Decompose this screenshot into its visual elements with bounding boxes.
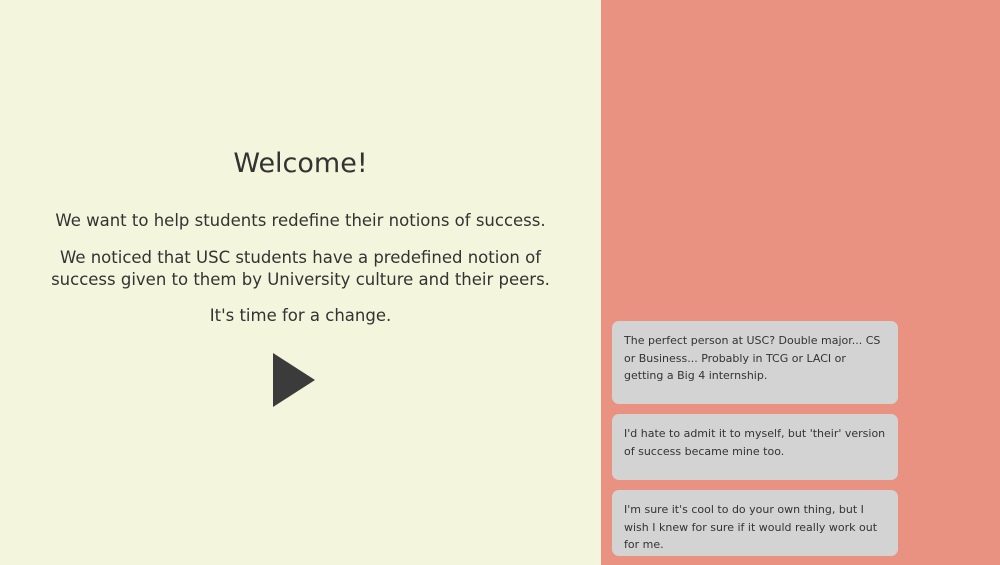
intro-paragraph-1: We want to help students redefine their …	[55, 211, 546, 230]
play-button[interactable]	[272, 352, 316, 408]
quote-card: The perfect person at USC? Double major.…	[612, 321, 898, 404]
page-title: Welcome!	[233, 148, 368, 179]
page: Welcome! We want to help students redefi…	[0, 0, 1000, 565]
welcome-panel: Welcome! We want to help students redefi…	[0, 0, 601, 565]
intro-paragraph-3: It's time for a change.	[209, 306, 392, 325]
quote-text: I'm sure it's cool to do your own thing,…	[624, 503, 878, 551]
quote-card: I'm sure it's cool to do your own thing,…	[612, 490, 898, 556]
intro-paragraph-2: We noticed that USC students have a pred…	[51, 248, 550, 289]
quotes-panel	[601, 0, 1000, 565]
quote-card: I'd hate to admit it to myself, but 'the…	[612, 414, 898, 480]
quote-text: I'd hate to admit it to myself, but 'the…	[624, 427, 886, 458]
play-icon	[273, 353, 315, 407]
quote-text: The perfect person at USC? Double major.…	[624, 334, 881, 382]
